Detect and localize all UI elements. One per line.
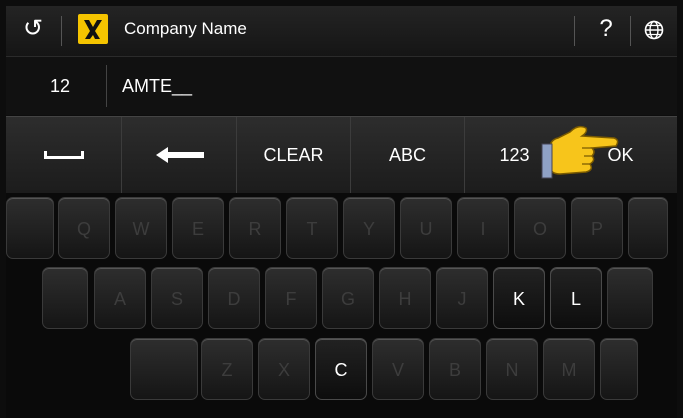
key-k[interactable]: K [493,267,545,329]
key-z[interactable]: Z [201,338,253,400]
key-t[interactable]: T [286,197,338,259]
key-x[interactable]: X [258,338,310,400]
keyboard: QWERTYUIOP ASDFGHJKL ZXCVBNM [6,193,677,418]
key-q[interactable]: Q [58,197,110,259]
key-p[interactable]: P [571,197,623,259]
key-u[interactable]: U [400,197,452,259]
page-title: Company Name [124,19,247,38]
blank-key[interactable] [130,338,198,400]
clear-button[interactable]: CLEAR [237,117,351,193]
key-c[interactable]: C [315,338,367,400]
globe-icon[interactable] [644,20,664,40]
key-v[interactable]: V [372,338,424,400]
key-b[interactable]: B [429,338,481,400]
search-input[interactable]: AMTE__ [122,76,192,97]
blank-key[interactable] [600,338,638,400]
back-icon[interactable]: ↺ [20,16,46,42]
blank-key[interactable] [628,197,668,259]
divider [61,16,62,46]
key-j[interactable]: J [436,267,488,329]
abc-button[interactable]: ABC [351,117,465,193]
key-o[interactable]: O [514,197,566,259]
yellow-pages-logo-icon [78,14,108,44]
backspace-arrow-icon [156,147,204,163]
key-f[interactable]: F [265,267,317,329]
divider [630,16,631,46]
divider [574,16,575,46]
key-m[interactable]: M [543,338,595,400]
key-w[interactable]: W [115,197,167,259]
key-l[interactable]: L [550,267,602,329]
key-e[interactable]: E [172,197,224,259]
space-button[interactable] [6,117,122,193]
key-d[interactable]: D [208,267,260,329]
pointing-hand-icon [541,125,619,179]
help-icon[interactable]: ? [594,14,618,44]
key-r[interactable]: R [229,197,281,259]
entry-row: 12 AMTE__ [6,57,677,115]
top-bar: ↺ Company Name ? [6,6,677,57]
space-icon [44,151,84,159]
backspace-button[interactable] [122,117,237,193]
screen: ↺ Company Name ? 12 AMTE__ CLEAR ABC 123… [0,0,683,418]
divider [106,65,107,107]
key-s[interactable]: S [151,267,203,329]
key-n[interactable]: N [486,338,538,400]
key-i[interactable]: I [457,197,509,259]
key-y[interactable]: Y [343,197,395,259]
result-count: 12 [50,76,71,96]
blank-key[interactable] [6,197,54,259]
key-g[interactable]: G [322,267,374,329]
key-h[interactable]: H [379,267,431,329]
blank-key[interactable] [42,267,88,329]
blank-key[interactable] [607,267,653,329]
key-a[interactable]: A [94,267,146,329]
